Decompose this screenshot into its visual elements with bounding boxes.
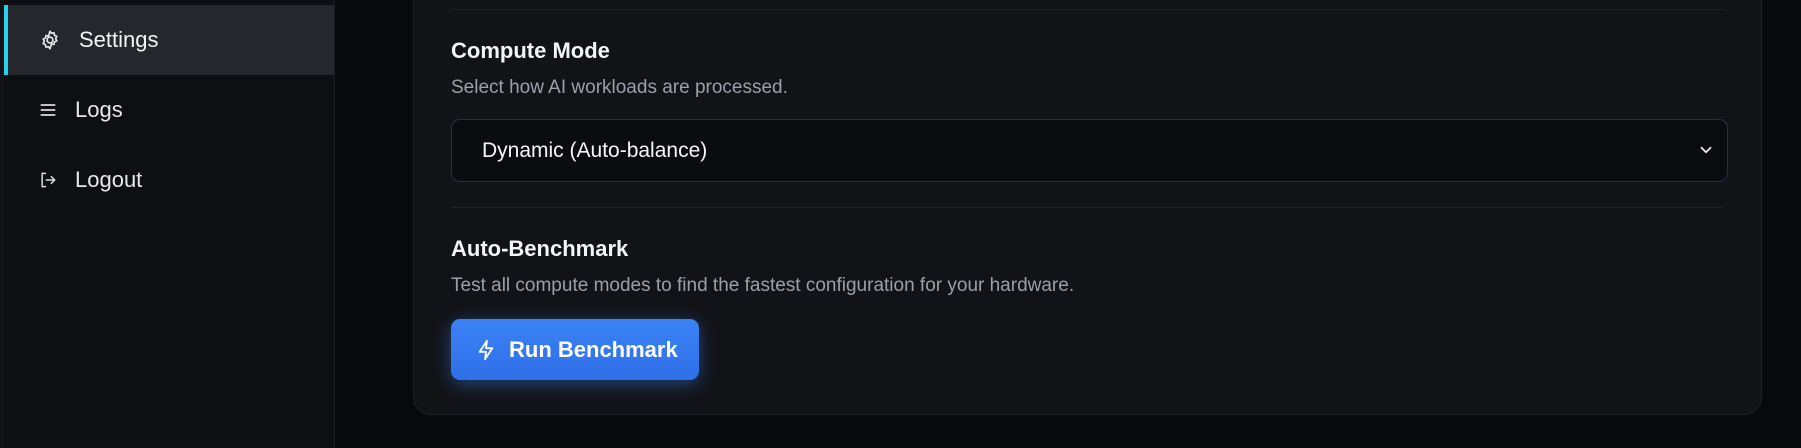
run-benchmark-button[interactable]: Run Benchmark (451, 319, 699, 380)
settings-card: Compute Mode Select how AI workloads are… (413, 0, 1762, 415)
compute-mode-description: Select how AI workloads are processed. (451, 77, 788, 98)
divider (451, 9, 1724, 10)
logout-icon (37, 169, 59, 191)
compute-mode-title: Compute Mode (451, 38, 610, 63)
sidebar-item-label: Settings (79, 27, 159, 52)
main-content: Compute Mode Select how AI workloads are… (335, 0, 1801, 448)
auto-benchmark-title: Auto-Benchmark (451, 236, 629, 261)
list-icon (37, 99, 59, 121)
sidebar-item-logs[interactable]: Logs (4, 75, 334, 145)
gear-icon (39, 29, 61, 51)
auto-benchmark-description: Test all compute modes to find the faste… (451, 275, 1075, 296)
compute-mode-selected-value: Dynamic (Auto-balance) (482, 138, 708, 162)
divider (451, 207, 1724, 208)
lightning-icon (478, 339, 494, 361)
app-root: Settings Logs Logout Compute Mode Select… (0, 0, 1801, 448)
sidebar-item-settings[interactable]: Settings (4, 5, 334, 75)
sidebar-item-label: Logs (75, 97, 123, 122)
sidebar-item-logout[interactable]: Logout (4, 145, 334, 215)
run-benchmark-label: Run Benchmark (509, 336, 678, 362)
sidebar: Settings Logs Logout (0, 0, 335, 448)
chevron-down-icon (1700, 146, 1712, 154)
compute-mode-select[interactable]: Dynamic (Auto-balance) (451, 119, 1728, 182)
sidebar-item-label: Logout (75, 167, 143, 192)
